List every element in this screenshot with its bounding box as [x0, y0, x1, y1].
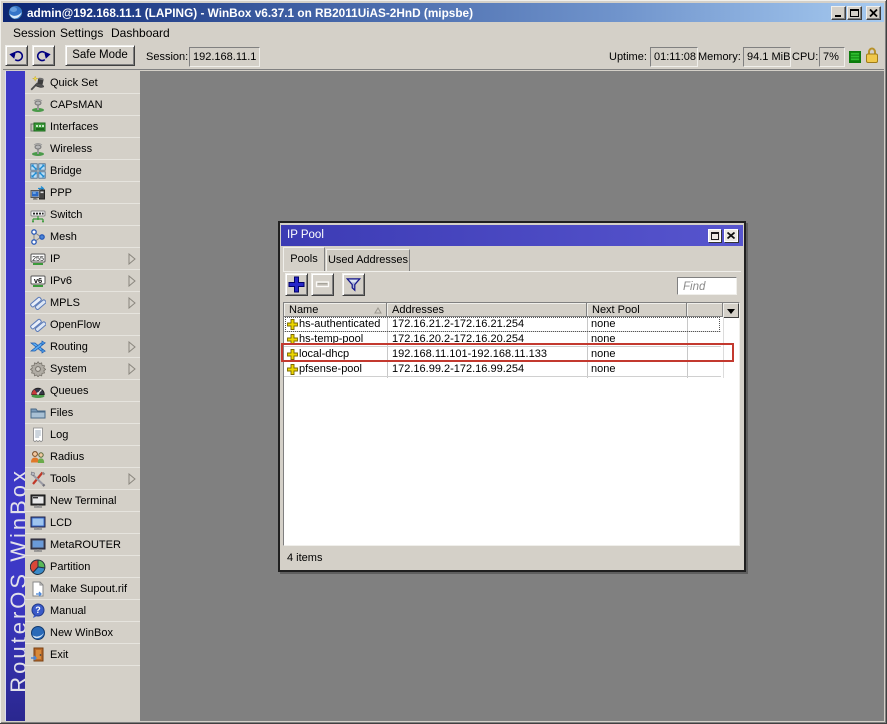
- svg-text:?: ?: [35, 605, 41, 615]
- svg-text:v6: v6: [34, 276, 42, 285]
- svg-text:255: 255: [32, 256, 44, 263]
